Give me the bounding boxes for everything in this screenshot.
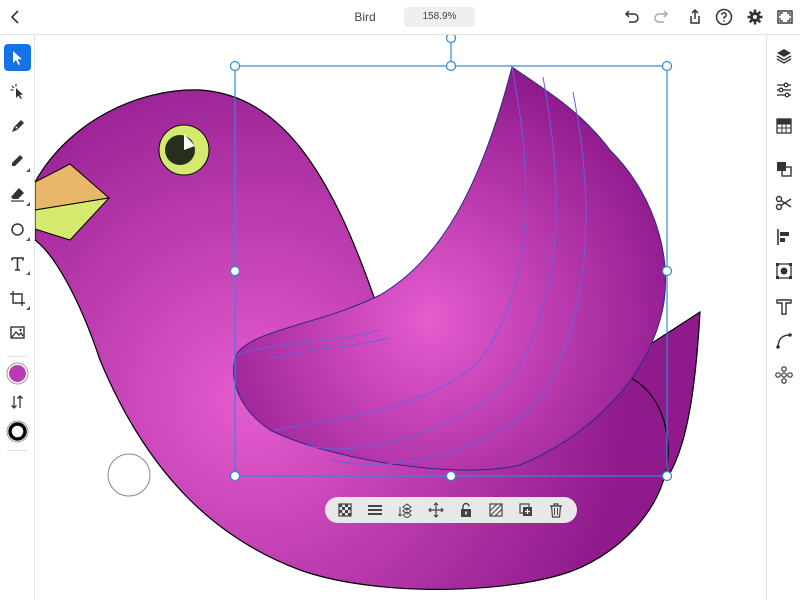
- pencil-tool-icon[interactable]: [4, 147, 31, 174]
- rotate-handle[interactable]: [445, 35, 457, 44]
- combine-shapes-icon[interactable]: [774, 159, 794, 179]
- undo-icon[interactable]: [621, 7, 641, 27]
- direct-selection-tool-icon[interactable]: [4, 78, 31, 105]
- back-chevron-icon[interactable]: [6, 7, 26, 27]
- left-toolbar: [0, 35, 35, 600]
- resize-handle-top[interactable]: [445, 60, 457, 72]
- selection-tool-icon[interactable]: [4, 44, 31, 71]
- resize-handle-left[interactable]: [229, 265, 241, 277]
- tool-submenu-indicator-icon: [26, 202, 30, 206]
- transform-tool-icon[interactable]: [4, 285, 31, 312]
- zoom-level[interactable]: 158.9%: [404, 7, 475, 27]
- fill-color-swatch[interactable]: [6, 362, 29, 385]
- stroke-weight-icon[interactable]: [367, 502, 383, 518]
- redo-icon[interactable]: [652, 7, 672, 27]
- scissors-icon[interactable]: [774, 193, 794, 213]
- top-bar: Bird 158.9%: [0, 0, 800, 35]
- gear-icon[interactable]: [745, 7, 765, 27]
- right-toolbar: [766, 35, 800, 600]
- lock-icon[interactable]: [458, 502, 474, 518]
- duplicate-icon[interactable]: [518, 502, 534, 518]
- delete-icon[interactable]: [548, 502, 564, 518]
- help-icon[interactable]: [714, 7, 734, 27]
- pen-tool-icon[interactable]: [4, 113, 31, 140]
- move-icon[interactable]: [428, 502, 444, 518]
- tool-submenu-indicator-icon: [26, 306, 30, 310]
- mask-icon[interactable]: [488, 502, 504, 518]
- resize-handle-bottom[interactable]: [445, 470, 457, 482]
- tool-submenu-indicator-icon: [26, 271, 30, 275]
- toolbar-divider: [7, 450, 27, 451]
- align-icon[interactable]: [774, 227, 794, 247]
- path-icon[interactable]: [774, 331, 794, 351]
- stroke-color-swatch[interactable]: [6, 420, 29, 443]
- resize-handle-bottom-right[interactable]: [661, 470, 673, 482]
- document-title[interactable]: Bird: [330, 10, 400, 24]
- resize-handle-top-right[interactable]: [661, 60, 673, 72]
- arrange-icon[interactable]: [398, 502, 414, 518]
- layers-icon[interactable]: [774, 46, 794, 66]
- tool-submenu-indicator-icon: [26, 168, 30, 172]
- properties-icon[interactable]: [774, 80, 794, 100]
- place-image-icon[interactable]: [774, 261, 794, 281]
- resize-handle-right[interactable]: [661, 265, 673, 277]
- touch-shortcut-button[interactable]: [107, 453, 151, 497]
- image-tool-icon[interactable]: [4, 319, 31, 346]
- eraser-tool-icon[interactable]: [4, 181, 31, 208]
- libraries-icon[interactable]: [774, 116, 794, 136]
- type-options-icon[interactable]: [774, 297, 794, 317]
- shape-tool-icon[interactable]: [4, 216, 31, 243]
- bird-eye[interactable]: [158, 124, 210, 176]
- fit-view-icon[interactable]: [775, 7, 795, 27]
- share-icon[interactable]: [685, 7, 705, 27]
- toolbar-divider: [7, 356, 27, 357]
- opacity-icon[interactable]: [337, 502, 353, 518]
- type-tool-icon[interactable]: [4, 250, 31, 277]
- repeat-grid-icon[interactable]: [774, 365, 794, 385]
- resize-handle-top-left[interactable]: [229, 60, 241, 72]
- tool-submenu-indicator-icon: [26, 237, 30, 241]
- resize-handle-bottom-left[interactable]: [229, 470, 241, 482]
- swap-fill-stroke-icon[interactable]: [9, 394, 25, 410]
- context-action-bar: [325, 497, 577, 523]
